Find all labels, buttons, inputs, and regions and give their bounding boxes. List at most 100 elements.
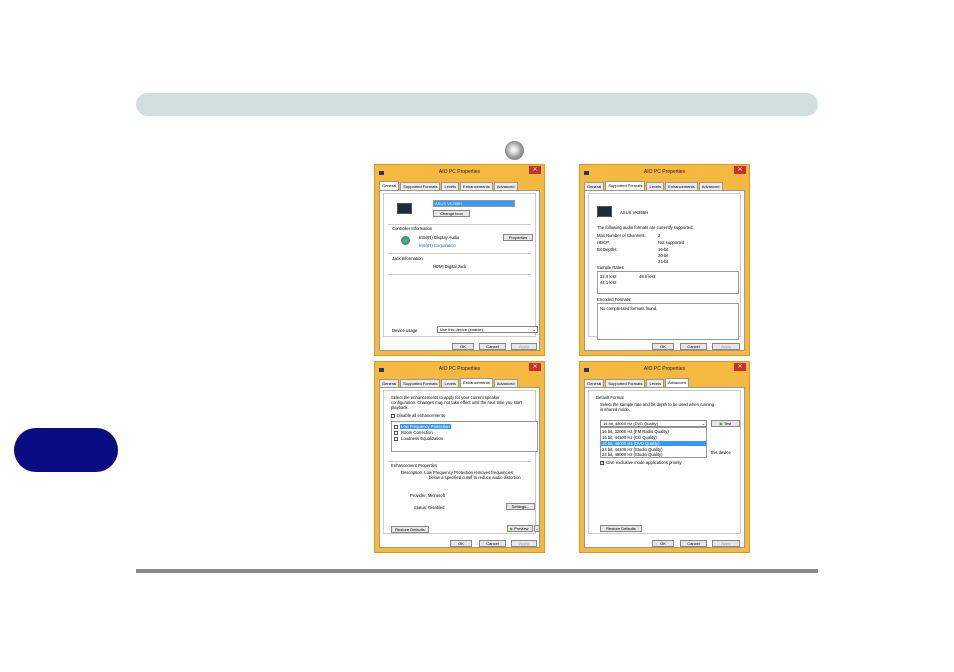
chapter-tab <box>14 428 118 472</box>
enhancement-checkbox[interactable] <box>394 437 398 441</box>
close-button[interactable]: ✕ <box>734 363 746 371</box>
disable-all-label: Disable all enhancements <box>397 413 445 418</box>
preview-button[interactable]: ▶ Preview <box>507 525 533 532</box>
play-icon: ▶ <box>719 421 723 426</box>
supported-formats-dialog: AIO PC Properties ✕ General Supported Fo… <box>579 164 750 356</box>
tab-strip: General Supported Formats Levels Enhance… <box>379 181 519 190</box>
tab-advanced[interactable]: Advanced <box>665 378 689 387</box>
tab-supported-formats[interactable]: Supported Formats <box>605 181 646 190</box>
sample-rates-list[interactable]: 32.0 kHz 48.0 kHz 44.1 kHz <box>597 271 739 294</box>
tab-general[interactable]: General <box>584 182 605 190</box>
ok-button[interactable]: OK <box>652 540 674 547</box>
restore-defaults-button[interactable]: Restore Defaults <box>600 525 642 532</box>
ok-button[interactable]: OK <box>652 343 674 350</box>
test-label: Test <box>723 421 732 426</box>
default-format-dropdown[interactable]: 16 bit, 48000 Hz (DVD Quality) ⌄ <box>600 420 707 427</box>
chevron-down-icon: ⌄ <box>535 526 539 531</box>
provider-text: Provider: Microsoft <box>410 493 445 498</box>
tab-enhancements[interactable]: Enhancements <box>665 182 698 190</box>
restore-defaults-button[interactable]: Restore Defaults <box>391 526 429 533</box>
dialog-client: ASUS VK266H Change Icon Controller Infor… <box>379 190 540 351</box>
encoded-format-item: No compressed formats found. <box>600 306 658 311</box>
tab-advanced[interactable]: Advanced <box>493 182 518 190</box>
tab-supported-formats[interactable]: Supported Formats <box>400 379 441 387</box>
cancel-button[interactable]: Cancel <box>680 343 707 350</box>
format-option[interactable]: 24 bit, 48000 Hz (Studio Quality) <box>602 452 663 457</box>
divider <box>388 461 531 462</box>
bit-depth-item: 16-bit <box>658 247 669 252</box>
dialog-client: ASUS VK266H The following audio formats … <box>584 190 745 351</box>
description-line: below a specified cutoff to reduce audio… <box>429 475 521 480</box>
cancel-button[interactable]: Cancel <box>479 540 506 547</box>
tab-levels[interactable]: Levels <box>441 182 460 190</box>
advanced-dialog: AIO PC Properties ✕ General Supported Fo… <box>579 361 750 553</box>
enhancement-checkbox[interactable] <box>394 425 398 429</box>
tab-enhancements[interactable]: Enhancements <box>460 182 493 190</box>
tab-panel: ASUS VK266H Change Icon Controller Infor… <box>383 193 538 337</box>
cancel-button[interactable]: Cancel <box>680 540 707 547</box>
enhancement-checkbox[interactable] <box>394 431 398 435</box>
ok-button[interactable]: OK <box>450 540 472 547</box>
properties-button[interactable]: Properties <box>503 234 533 241</box>
encoded-formats-list[interactable]: No compressed formats found. <box>597 303 739 340</box>
tab-general[interactable]: General <box>584 379 605 387</box>
tab-strip: General Supported Formats Levels Advance… <box>584 378 690 387</box>
sample-rates-label: Sample Rates: <box>597 265 625 270</box>
close-button[interactable]: ✕ <box>529 166 541 174</box>
tab-levels[interactable]: Levels <box>646 182 665 190</box>
dialog-title: AIO PC Properties <box>438 169 481 175</box>
intro-line: configuration. Changes may not take effe… <box>391 400 522 405</box>
cancel-button[interactable]: Cancel <box>479 343 506 350</box>
tab-advanced[interactable]: Advanced <box>698 182 723 190</box>
tab-levels[interactable]: Levels <box>441 379 460 387</box>
settings-button[interactable]: Settings... <box>506 503 535 510</box>
format-option[interactable]: 16 bit, 32000 Hz (FM Radio Quality) <box>602 429 669 434</box>
divider <box>388 224 531 225</box>
footer-rule <box>136 569 818 573</box>
dialog-client: Select the enhancements to apply for you… <box>379 387 540 548</box>
default-format-heading: Default Format <box>596 395 624 400</box>
preview-label: Preview <box>514 526 529 531</box>
preview-dropdown-button[interactable]: ⌄ <box>534 525 540 532</box>
title-bar: AIO PC Properties ✕ <box>375 165 544 180</box>
sample-rate-item: 44.1 kHz <box>600 280 617 285</box>
device-usage-label: Device usage: <box>392 328 419 333</box>
enhancement-item[interactable]: Loudness Equalization <box>401 436 443 441</box>
header-bar <box>136 93 818 116</box>
device-name-field[interactable]: ASUS VK266H <box>433 200 515 207</box>
apply-button[interactable]: Apply <box>511 540 537 547</box>
device-usage-dropdown[interactable]: Use this device (enable) ⌄ <box>437 326 538 333</box>
speaker-icon <box>505 141 524 160</box>
test-button[interactable]: ▶ Test <box>711 420 740 427</box>
dialog-title: AIO PC Properties <box>438 366 481 372</box>
bit-depth-item: 20-bit <box>658 253 669 258</box>
encoded-formats-label: Encoded Formats: <box>597 297 632 302</box>
title-bar: AIO PC Properties ✕ <box>375 362 544 377</box>
tab-levels[interactable]: Levels <box>646 379 665 387</box>
format-option[interactable]: 16 bit, 44100 Hz (CD Quality) <box>602 435 657 440</box>
enhancement-item[interactable]: Room Correction <box>401 430 433 435</box>
tab-enhancements[interactable]: Enhancements <box>460 378 493 387</box>
tab-general[interactable]: General <box>379 181 400 190</box>
priority-checkbox[interactable]: ✓ <box>600 460 604 465</box>
apply-button[interactable]: Apply <box>712 540 740 547</box>
tab-general[interactable]: General <box>379 379 400 387</box>
tab-supported-formats[interactable]: Supported Formats <box>605 379 646 387</box>
change-icon-button[interactable]: Change Icon <box>433 210 470 217</box>
ok-button[interactable]: OK <box>452 343 474 350</box>
disable-all-checkbox[interactable] <box>391 414 395 418</box>
controller-icon <box>401 236 410 245</box>
exclusive-mode-text: this device <box>711 450 731 455</box>
apply-button[interactable]: Apply <box>511 343 537 350</box>
apply-button[interactable]: Apply <box>712 343 740 350</box>
divider <box>388 253 531 254</box>
hdcp-value: Not supported <box>658 240 685 245</box>
enhancement-item-selected[interactable]: Low Frequency Protection <box>400 424 451 429</box>
close-button[interactable]: ✕ <box>529 363 541 371</box>
tab-supported-formats[interactable]: Supported Formats <box>400 182 441 190</box>
close-button[interactable]: ✕ <box>734 166 746 174</box>
sample-rate-item: 48.0 kHz <box>639 274 656 279</box>
sample-rate-item: 32.0 kHz <box>600 274 617 279</box>
tab-advanced[interactable]: Advanced <box>493 379 518 387</box>
format-option-highlighted[interactable]: 16 bit, 48000 Hz (DVD Quality) <box>601 441 706 446</box>
